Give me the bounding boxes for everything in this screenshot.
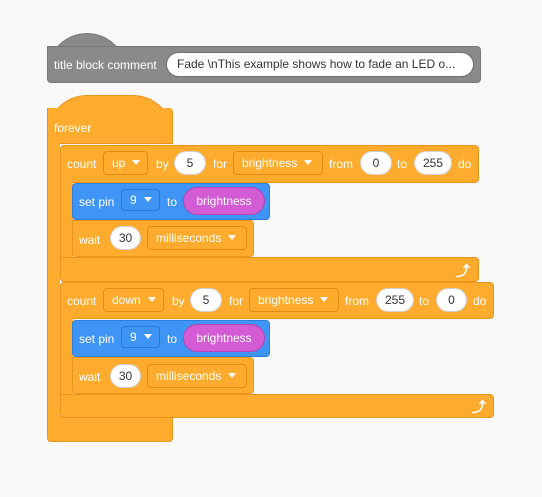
caret-down-icon: [143, 334, 152, 339]
loop-arrow-icon: ⤴: [472, 399, 486, 415]
set-pin-label: set pin: [79, 195, 115, 209]
do-label: do: [473, 294, 487, 308]
count-down-footer: [60, 394, 494, 418]
wait-amount-input[interactable]: 30: [110, 226, 141, 250]
pin-dropdown[interactable]: 9: [121, 189, 160, 211]
by-label: by: [172, 294, 185, 308]
brightness-variable[interactable]: brightness: [183, 324, 265, 352]
time-unit-dropdown[interactable]: milliseconds: [147, 364, 247, 388]
end-input[interactable]: 0: [436, 288, 467, 312]
wait-amount-input[interactable]: 30: [110, 364, 141, 388]
direction-dropdown[interactable]: down: [103, 288, 164, 312]
for-label: for: [229, 294, 244, 308]
end-input[interactable]: 255: [414, 151, 452, 175]
from-label: from: [345, 294, 369, 308]
comment-input[interactable]: Fade \nThis example shows how to fade an…: [166, 52, 474, 77]
variable-dropdown[interactable]: brightness: [233, 151, 323, 175]
to-label: to: [167, 195, 178, 209]
brightness-variable[interactable]: brightness: [183, 187, 265, 215]
from-label: from: [329, 157, 353, 171]
step-input[interactable]: 5: [190, 288, 222, 312]
set-pin-label: set pin: [79, 332, 115, 346]
time-unit-dropdown[interactable]: milliseconds: [147, 226, 247, 250]
pin-dropdown[interactable]: 9: [121, 326, 160, 348]
wait-label: wait: [79, 370, 101, 384]
count-up-footer: [60, 257, 479, 282]
caret-down-icon: [132, 160, 141, 165]
caret-down-icon: [228, 235, 237, 240]
step-input[interactable]: 5: [174, 151, 206, 175]
start-input[interactable]: 255: [376, 288, 414, 312]
comment-block-label: title block comment: [54, 58, 157, 72]
forever-label: forever: [54, 121, 92, 135]
direction-dropdown[interactable]: up: [103, 151, 148, 175]
loop-arrow-icon: ⤴: [456, 263, 470, 279]
by-label: by: [156, 157, 169, 171]
caret-down-icon: [143, 197, 152, 202]
count-label: count: [67, 294, 97, 308]
caret-down-icon: [304, 160, 313, 165]
to-label: to: [397, 157, 408, 171]
caret-down-icon: [147, 297, 156, 302]
count-label: count: [67, 157, 97, 171]
to-label: to: [167, 332, 178, 346]
to-label: to: [419, 294, 430, 308]
forever-block-bottom[interactable]: [47, 416, 173, 442]
variable-dropdown[interactable]: brightness: [249, 288, 339, 312]
caret-down-icon: [320, 297, 329, 302]
start-input[interactable]: 0: [360, 151, 392, 175]
caret-down-icon: [228, 373, 237, 378]
forever-arm: [47, 140, 60, 430]
do-label: do: [458, 157, 472, 171]
wait-label: wait: [79, 233, 101, 247]
for-label: for: [213, 157, 228, 171]
